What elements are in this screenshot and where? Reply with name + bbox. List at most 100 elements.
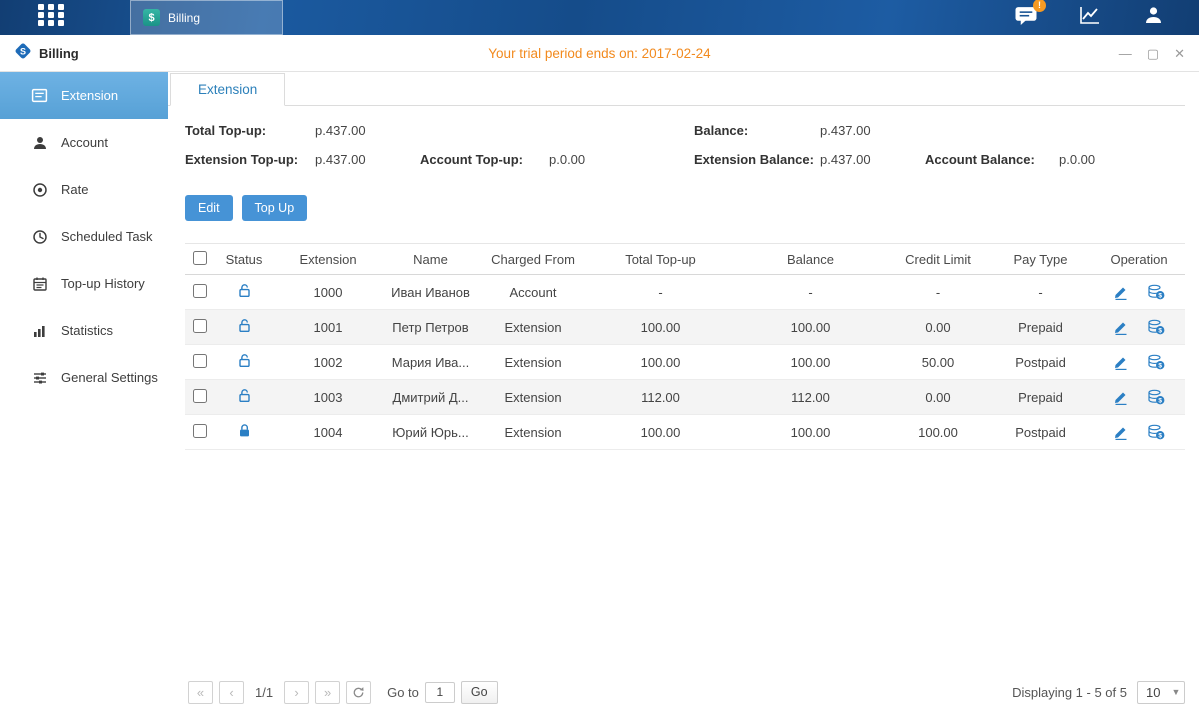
header-credit-limit: Credit Limit — [888, 252, 988, 267]
line-chart-icon — [1078, 5, 1102, 30]
status-lock — [215, 388, 273, 406]
status-lock — [215, 318, 273, 336]
prev-page-button[interactable]: ‹ — [219, 681, 244, 704]
tab-extension[interactable]: Extension — [170, 73, 285, 106]
pay-type-cell: Postpaid — [988, 425, 1093, 440]
sidebar: Extension Account Rate Scheduled Task — [0, 72, 168, 720]
total-topup-cell: - — [588, 285, 733, 300]
sidebar-item-extension[interactable]: Extension — [0, 72, 168, 119]
page-indicator: 1/1 — [255, 685, 273, 700]
goto-page-input[interactable] — [425, 682, 455, 703]
sidebar-item-label: General Settings — [61, 370, 158, 385]
edit-row-icon[interactable] — [1113, 319, 1129, 335]
window-titlebar: S Billing Your trial period ends on: 201… — [0, 35, 1199, 72]
topup-row-icon[interactable]: $ — [1147, 389, 1165, 405]
balance-cell: 100.00 — [733, 425, 888, 440]
next-page-button[interactable]: › — [284, 681, 309, 704]
billing-summary: Total Top-up: р.437.00 Balance: р.437.00… — [185, 123, 1185, 167]
edit-row-icon[interactable] — [1113, 424, 1129, 440]
select-all-checkbox[interactable] — [193, 251, 207, 265]
page-size-select[interactable]: 10 ▼ — [1137, 681, 1185, 704]
header-status: Status — [215, 252, 273, 267]
row-checkbox[interactable] — [193, 284, 207, 298]
account-balance-label: Account Balance: — [925, 152, 1059, 167]
header-pay-type: Pay Type — [988, 252, 1093, 267]
extension-cell: 1001 — [273, 320, 383, 335]
first-page-button[interactable]: « — [188, 681, 213, 704]
sliders-icon — [31, 369, 48, 386]
user-icon — [1142, 5, 1165, 30]
charged-from-cell: Account — [478, 285, 588, 300]
account-balance-value: р.0.00 — [1059, 152, 1185, 167]
last-page-button[interactable]: » — [315, 681, 340, 704]
extension-topup-value: р.437.00 — [315, 152, 420, 167]
minimize-button[interactable]: — — [1119, 47, 1132, 60]
row-checkbox[interactable] — [193, 354, 207, 368]
pay-type-cell: Postpaid — [988, 355, 1093, 370]
extension-balance-value: р.437.00 — [820, 152, 925, 167]
account-topup-value: р.0.00 — [549, 152, 694, 167]
topup-row-icon[interactable]: $ — [1147, 319, 1165, 335]
locked-icon — [237, 423, 252, 438]
total-topup-label: Total Top-up: — [185, 123, 315, 138]
edit-row-icon[interactable] — [1113, 284, 1129, 300]
balance-cell: 100.00 — [733, 355, 888, 370]
balance-cell: 112.00 — [733, 390, 888, 405]
displaying-text: Displaying 1 - 5 of 5 — [1012, 685, 1127, 700]
close-button[interactable]: ✕ — [1174, 47, 1185, 60]
refresh-button[interactable] — [346, 681, 371, 704]
sidebar-item-label: Statistics — [61, 323, 113, 338]
topup-row-icon[interactable]: $ — [1147, 284, 1165, 300]
action-buttons: Edit Top Up — [185, 195, 1199, 221]
unlocked-icon — [237, 318, 252, 333]
row-checkbox[interactable] — [193, 389, 207, 403]
maximize-button[interactable]: ▢ — [1147, 47, 1159, 60]
sidebar-item-scheduled-task[interactable]: Scheduled Task — [0, 213, 168, 260]
charged-from-cell: Extension — [478, 390, 588, 405]
content: Extension Account Rate Scheduled Task — [0, 72, 1199, 720]
window-title: Billing — [39, 46, 79, 61]
main-panel: Extension Total Top-up: р.437.00 Balance… — [168, 72, 1199, 720]
edit-row-icon[interactable] — [1113, 354, 1129, 370]
chevron-down-icon: ▼ — [1168, 687, 1184, 697]
balance-cell: - — [733, 285, 888, 300]
header-total-topup: Total Top-up — [588, 252, 733, 267]
total-topup-cell: 100.00 — [588, 320, 733, 335]
sidebar-item-topup-history[interactable]: Top-up History — [0, 260, 168, 307]
topup-row-icon[interactable]: $ — [1147, 424, 1165, 440]
topup-row-icon[interactable]: $ — [1147, 354, 1165, 370]
notifications-button[interactable]: ! — [1014, 5, 1038, 31]
edit-row-icon[interactable] — [1113, 389, 1129, 405]
pagination-summary: Displaying 1 - 5 of 5 10 ▼ — [1012, 681, 1185, 704]
sidebar-item-label: Extension — [61, 88, 118, 103]
total-topup-value: р.437.00 — [315, 123, 420, 138]
name-cell: Мария Ива... — [383, 355, 478, 370]
unlocked-icon — [237, 353, 252, 368]
row-checkbox[interactable] — [193, 424, 207, 438]
sidebar-item-general-settings[interactable]: General Settings — [0, 354, 168, 401]
account-topup-label: Account Top-up: — [420, 152, 549, 167]
row-checkbox[interactable] — [193, 319, 207, 333]
person-icon — [31, 134, 48, 151]
billing-app-tab[interactable]: $ Billing — [130, 0, 283, 35]
sidebar-item-account[interactable]: Account — [0, 119, 168, 166]
pay-type-cell: - — [988, 285, 1093, 300]
svg-text:$: $ — [1158, 363, 1162, 370]
table-row: 1000 Иван Иванов Account - - - - $ — [185, 275, 1185, 310]
top-up-button[interactable]: Top Up — [242, 195, 308, 221]
table-body: 1000 Иван Иванов Account - - - - $ — [185, 275, 1185, 450]
go-button[interactable]: Go — [461, 681, 498, 704]
unlocked-icon — [237, 388, 252, 403]
sidebar-item-statistics[interactable]: Statistics — [0, 307, 168, 354]
total-topup-cell: 100.00 — [588, 355, 733, 370]
extension-cell: 1000 — [273, 285, 383, 300]
statistics-chart-button[interactable] — [1078, 5, 1102, 30]
extension-cell: 1002 — [273, 355, 383, 370]
edit-button[interactable]: Edit — [185, 195, 233, 221]
user-account-button[interactable] — [1142, 5, 1165, 30]
sidebar-item-rate[interactable]: Rate — [0, 166, 168, 213]
status-lock — [215, 283, 273, 301]
svg-text:$: $ — [1158, 328, 1162, 335]
extension-card-icon — [31, 87, 48, 104]
apps-grid-button[interactable] — [0, 0, 86, 35]
